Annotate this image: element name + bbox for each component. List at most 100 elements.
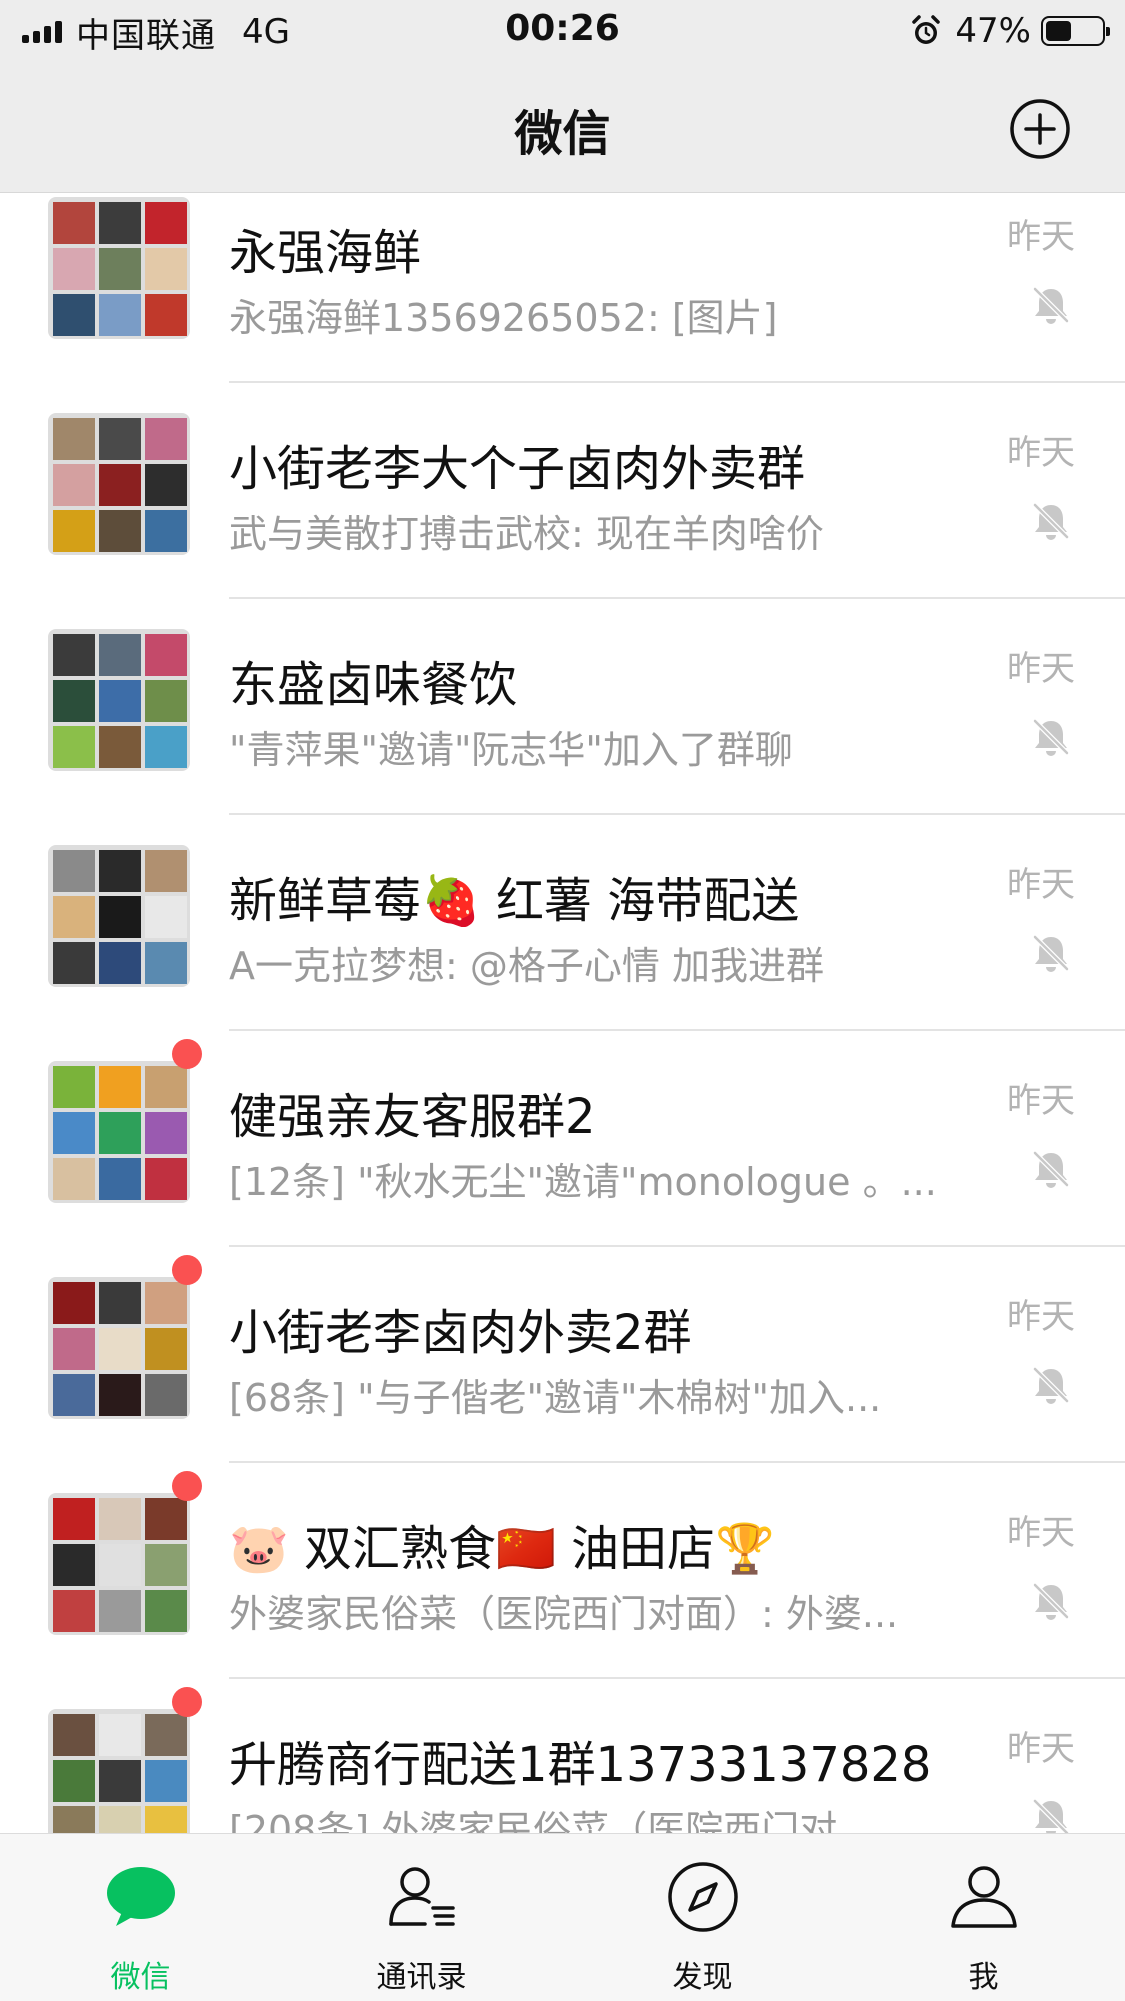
tab-me[interactable]: 我 <box>843 1834 1124 2001</box>
tab-label: 通讯录 <box>376 1960 467 1995</box>
avatar-tile <box>145 1282 187 1324</box>
chat-row[interactable]: 新鲜草莓🍓 红薯 海带配送 A一克拉梦想: @格子心情 加我进群 昨天 <box>0 815 1125 1031</box>
avatar-tile <box>145 942 187 984</box>
tab-contacts[interactable]: 通讯录 <box>281 1834 562 2001</box>
avatar-tile <box>53 1066 95 1108</box>
unread-dot <box>172 1687 202 1717</box>
chat-preview: [208条] 外婆家民俗菜（医院西门对... <box>229 1808 874 1833</box>
page-title: 微信 <box>514 106 611 162</box>
avatar-tile <box>99 850 141 892</box>
chat-time: 昨天 <box>1007 1297 1075 1337</box>
avatar-tile <box>99 464 141 506</box>
compass-icon <box>668 1862 738 1932</box>
avatar-tile <box>53 1590 95 1632</box>
avatar-tile <box>53 510 95 552</box>
chat-row[interactable]: 🐷 双汇熟食🇨🇳 油田店🏆 外婆家民俗菜（医院西门对面）: 外婆... 昨天 <box>0 1463 1125 1679</box>
avatar-tile <box>53 418 95 460</box>
chat-row[interactable]: 小街老李卤肉外卖2群 [68条] "与子偕老"邀请"木棉树"加入... 昨天 <box>0 1247 1125 1463</box>
unread-dot <box>172 1039 202 1069</box>
tab-label: 微信 <box>110 1960 171 1995</box>
avatar-tile <box>145 1328 187 1370</box>
avatar-tile <box>99 634 141 676</box>
chat-row[interactable]: 健强亲友客服群2 [12条] "秋水无尘"邀请"monologue 。... 昨天 <box>0 1031 1125 1247</box>
avatar-tile <box>145 1806 187 1833</box>
avatar-tile <box>145 464 187 506</box>
group-avatar <box>48 629 190 771</box>
contacts-icon <box>389 1867 455 1926</box>
chat-preview: 武与美散打搏击武校: 现在羊肉啥价 <box>229 512 824 556</box>
chat-time: 昨天 <box>1007 433 1075 473</box>
person-icon <box>951 1866 1017 1928</box>
chat-title: 🐷 双汇熟食🇨🇳 油田店🏆 <box>229 1521 775 1577</box>
chat-row[interactable]: 永强海鲜 永强海鲜13569265052: [图片] 昨天 <box>0 193 1125 383</box>
avatar-tile <box>145 1158 187 1200</box>
avatar-tile <box>145 726 187 768</box>
unread-dot <box>172 1471 202 1501</box>
chat-title: 新鲜草莓🍓 红薯 海带配送 <box>229 873 800 929</box>
avatar-tile <box>99 1328 141 1370</box>
avatar-tile <box>145 1590 187 1632</box>
avatar-tile <box>99 294 141 336</box>
battery-icon <box>1041 16 1110 46</box>
avatar-tile <box>99 942 141 984</box>
avatar-tile <box>53 1328 95 1370</box>
avatar-tile <box>145 1374 187 1416</box>
mute-bell-icon <box>1032 1150 1070 1188</box>
chat-row[interactable]: 小街老李大个子卤肉外卖群 武与美散打搏击武校: 现在羊肉啥价 昨天 <box>0 383 1125 599</box>
group-avatar <box>48 1709 190 1833</box>
nav-bar: 微信 <box>0 62 1125 193</box>
alarm-icon <box>912 15 941 44</box>
chat-row[interactable]: 升腾商行配送1群13733137828 [208条] 外婆家民俗菜（医院西门对..… <box>0 1679 1125 1833</box>
avatar-tile <box>53 1544 95 1586</box>
avatar-tile <box>53 1498 95 1540</box>
group-avatar <box>48 413 190 555</box>
chat-row[interactable]: 东盛卤味餐饮 "青萍果"邀请"阮志华"加入了群聊 昨天 <box>0 599 1125 815</box>
battery-percent: 47% <box>955 11 1031 51</box>
chat-preview: [68条] "与子偕老"邀请"木棉树"加入... <box>229 1376 882 1420</box>
avatar-tile <box>99 202 141 244</box>
chat-title: 健强亲友客服群2 <box>229 1089 596 1145</box>
chat-time: 昨天 <box>1007 1729 1075 1769</box>
avatar-tile <box>53 1714 95 1756</box>
avatar-tile <box>145 1112 187 1154</box>
plus-circle-icon[interactable] <box>1009 98 1071 160</box>
avatar-tile <box>99 1714 141 1756</box>
mute-bell-icon <box>1032 1582 1070 1620</box>
avatar-tile <box>53 1760 95 1802</box>
avatar-tile <box>99 1544 141 1586</box>
avatar-tile <box>53 202 95 244</box>
mute-bell-icon <box>1032 718 1070 756</box>
avatar-tile <box>99 726 141 768</box>
tab-chats[interactable]: 微信 <box>0 1834 281 2001</box>
avatar-tile <box>99 248 141 290</box>
avatar-tile <box>99 1158 141 1200</box>
chat-list[interactable]: 永强海鲜 永强海鲜13569265052: [图片] 昨天 小街老李大个子卤肉外卖群武… <box>0 193 1125 1833</box>
avatar-tile <box>99 418 141 460</box>
mute-bell-icon <box>1032 502 1070 540</box>
avatar-tile <box>99 896 141 938</box>
group-avatar <box>48 845 190 987</box>
avatar-tile <box>99 1374 141 1416</box>
avatar-tile <box>53 680 95 722</box>
avatar-tile <box>53 1374 95 1416</box>
avatar-tile <box>99 1590 141 1632</box>
avatar-tile <box>145 202 187 244</box>
right-status: 47% <box>909 10 1110 52</box>
battery-fill <box>1046 21 1071 41</box>
chat-preview: 永强海鲜13569265052: [图片] <box>229 296 778 340</box>
mute-bell-icon <box>1032 934 1070 972</box>
chat-time: 昨天 <box>1007 865 1075 905</box>
chat-title: 东盛卤味餐饮 <box>229 657 518 713</box>
chat-preview: 外婆家民俗菜（医院西门对面）: 外婆... <box>229 1592 899 1636</box>
tab-discover[interactable]: 发现 <box>562 1834 843 2001</box>
avatar-tile <box>145 418 187 460</box>
chat-time: 昨天 <box>1007 1513 1075 1553</box>
chat-time: 昨天 <box>1007 1081 1075 1121</box>
avatar-tile <box>99 1806 141 1833</box>
group-avatar <box>48 1493 190 1635</box>
tab-label: 发现 <box>672 1960 733 1995</box>
avatar-tile <box>99 510 141 552</box>
avatar-tile <box>53 942 95 984</box>
unread-dot <box>172 1255 202 1285</box>
avatar-tile <box>145 680 187 722</box>
